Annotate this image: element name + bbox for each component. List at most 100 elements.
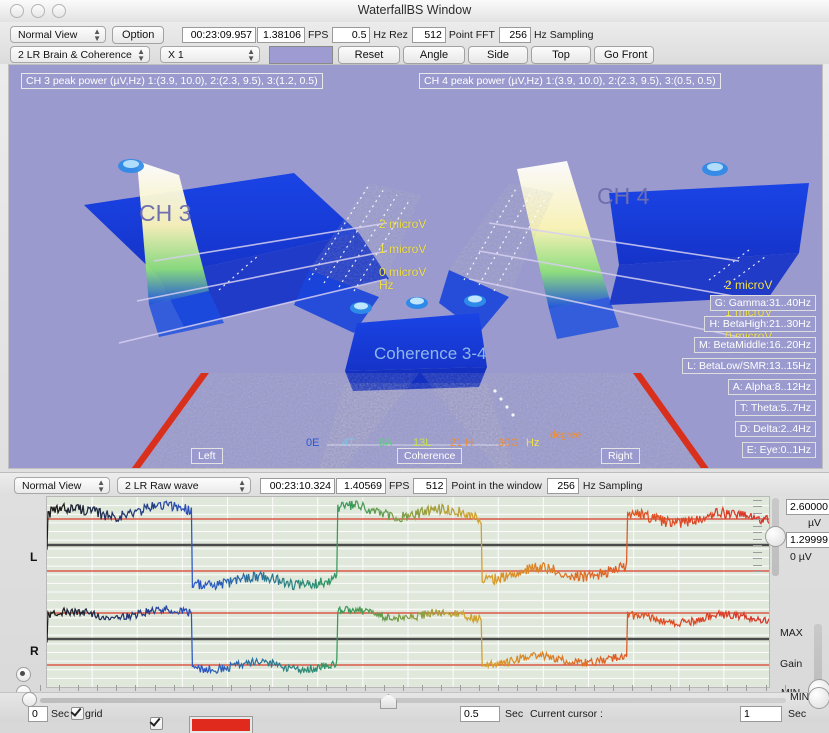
cursor-value-field[interactable]: 1 [740, 706, 782, 722]
ch3-label: CH 3 [139, 200, 192, 226]
legend-alpha: A: Alpha:8..12Hz [727, 379, 816, 395]
side-button[interactable]: Side [468, 45, 528, 64]
start-sec-field[interactable]: 0 [28, 706, 48, 722]
sampling-label: Hz Sampling [533, 28, 594, 41]
coherence-view-button[interactable]: Coherence [397, 448, 463, 464]
point-fft-label: Point FFT [448, 28, 495, 41]
title-bar: WaterfallBS Window [0, 0, 829, 23]
display-mode-select[interactable]: 2 LR Brain & Coherence ▲ ▼ [10, 46, 150, 63]
wave-sampling-field[interactable]: 256 [546, 477, 579, 494]
footer-min-knob[interactable] [808, 687, 829, 709]
zoom-factor-select[interactable]: X 1 ▲ ▼ [160, 46, 260, 63]
chevron-updown-icon: ▲ ▼ [97, 478, 105, 494]
window-sec-label: Sec [505, 708, 524, 720]
display-mode-value: 2 LR Brain & Coherence [18, 49, 132, 61]
ch4-axis-2microv: 2 microV [725, 278, 773, 292]
reset-label: Reset [354, 48, 384, 61]
window-title: WaterfallBS Window [357, 3, 472, 17]
top-label: Top [552, 48, 570, 61]
wave-plot-canvas [47, 497, 769, 687]
option-button[interactable]: Option [112, 25, 164, 44]
wave-fps-label: FPS [389, 479, 410, 492]
scale-slider-knob[interactable] [765, 526, 786, 547]
right-view-button[interactable]: Right [601, 448, 640, 464]
legend-eye: E: Eye:0..1Hz [741, 442, 816, 458]
channel-radio-a[interactable] [16, 667, 31, 682]
legend-delta: D: Delta:2..4Hz [734, 421, 816, 437]
point-fft-field[interactable]: 512 [411, 26, 446, 43]
grid-checkbox[interactable] [71, 707, 84, 720]
view-mode-value: Normal View [18, 29, 78, 41]
legend-betalow-smr: L: BetaLow/SMR:13..15Hz [682, 358, 816, 374]
scale-mid-field[interactable]: 1.29999 [786, 532, 829, 548]
color-swatch[interactable] [269, 45, 333, 64]
legend-theta: T: Theta:5..7Hz [734, 400, 816, 416]
ch3-axis-0microv: 0 microV [379, 265, 427, 279]
top-toolbar: Normal View ▲ ▼ Option 00:23:09.957 1.381… [0, 22, 829, 64]
legend-betamiddle: M: BetaMiddle:16..20Hz [693, 337, 816, 353]
ch3-axis-hz: Hz [379, 278, 394, 292]
channel-label-l: L [30, 550, 38, 564]
wave-points-label: Point in the window [451, 479, 542, 492]
left-view-button[interactable]: Left [191, 448, 223, 464]
start-sec-label: Sec [51, 708, 70, 720]
fps-value-field[interactable]: 1.38106 [257, 26, 305, 43]
go-front-label: Go Front [604, 48, 648, 61]
scale-ticks [753, 500, 762, 572]
coherence-axis-0e: 0E [306, 437, 320, 449]
chevron-updown-icon: ▲ ▼ [93, 27, 101, 43]
wave-points-field[interactable]: 512 [413, 477, 448, 494]
footer-radio[interactable] [22, 692, 37, 707]
secondary-checkbox[interactable] [150, 717, 163, 730]
hz-rez-label: Hz Rez [373, 28, 408, 41]
reset-button[interactable]: Reset [338, 45, 400, 64]
sampling-field[interactable]: 256 [498, 26, 531, 43]
footer: MIN 0 Sec grid 0.5 Sec Current cursor : … [0, 685, 829, 733]
waterfall-3d-view[interactable]: CH 3 peak power (µV,Hz) 1:(3.9, 10.0), 2… [8, 64, 823, 469]
wave-view-mode-select[interactable]: Normal View ▲ ▼ [14, 477, 110, 494]
wave-display-mode-value: 2 LR Raw wave [125, 480, 199, 492]
coherence-axis-30g: 30G [498, 437, 519, 449]
side-label: Side [486, 48, 510, 61]
chevron-updown-icon: ▲ ▼ [247, 47, 255, 63]
wave-view-mode-value: Normal View [22, 480, 82, 492]
wave-toolbar: Normal View ▲ ▼ 2 LR Raw wave ▲ ▼ 00:23:10… [0, 472, 829, 495]
scale-max-field[interactable]: 2.60000 [786, 499, 829, 515]
time-scroll-track[interactable] [40, 698, 786, 703]
coherence-axis-8a: 8A [379, 437, 393, 449]
coherence-axis-4t: 4T [342, 437, 355, 449]
hz-rez-field[interactable]: 0.5 [332, 26, 371, 43]
record-indicator[interactable] [189, 716, 253, 733]
chevron-updown-icon: ▲ ▼ [238, 478, 246, 494]
cursor-unit-label: Sec [788, 708, 807, 720]
coherence-axis-degree: degree [550, 430, 582, 441]
waterfallbs-window: WaterfallBS Window Normal View ▲ ▼ Option… [0, 0, 829, 733]
angle-button[interactable]: Angle [403, 45, 465, 64]
top-button[interactable]: Top [531, 45, 591, 64]
raw-wave-panel: L R 2.60000 µV 1.29999 0 µV MAX Gain [8, 496, 829, 702]
view-mode-select[interactable]: Normal View ▲ ▼ [10, 26, 106, 43]
ch4-label: CH 4 [597, 183, 650, 209]
scale-zero-label: 0 µV [790, 551, 812, 563]
wave-fps-field[interactable]: 1.40569 [336, 477, 386, 494]
wave-time-field[interactable]: 00:23:10.324 [260, 477, 335, 494]
current-cursor-label: Current cursor : [530, 708, 603, 720]
channel-label-r: R [30, 644, 39, 658]
zoom-factor-value: X 1 [168, 49, 184, 61]
ch4-peak-power-label: CH 4 peak power (µV,Hz) 1:(3.9, 10.0), 2… [419, 73, 721, 89]
ch3-peak-power-label: CH 3 peak power (µV,Hz) 1:(3.9, 10.0), 2… [21, 73, 323, 89]
window-sec-field[interactable]: 0.5 [460, 706, 500, 722]
time-scroll-thumb[interactable] [380, 694, 397, 709]
wave-display-mode-select[interactable]: 2 LR Raw wave ▲ ▼ [117, 477, 251, 494]
option-label: Option [122, 28, 155, 41]
wave-plot[interactable] [46, 496, 770, 688]
ch3-axis-2microv: 2 microV [379, 217, 427, 231]
go-front-button[interactable]: Go Front [594, 45, 654, 64]
gain-label: Gain [780, 658, 803, 670]
legend-gamma: G: Gamma:31..40Hz [709, 295, 816, 311]
elapsed-time-field[interactable]: 00:23:09.957 [182, 26, 256, 43]
coherence-axis-hz: Hz [526, 437, 540, 449]
ch3-axis-1microv: 1 microV [379, 242, 427, 256]
legend-betahigh: H: BetaHigh:21..30Hz [704, 316, 816, 332]
gain-max-label: MAX [780, 627, 803, 639]
